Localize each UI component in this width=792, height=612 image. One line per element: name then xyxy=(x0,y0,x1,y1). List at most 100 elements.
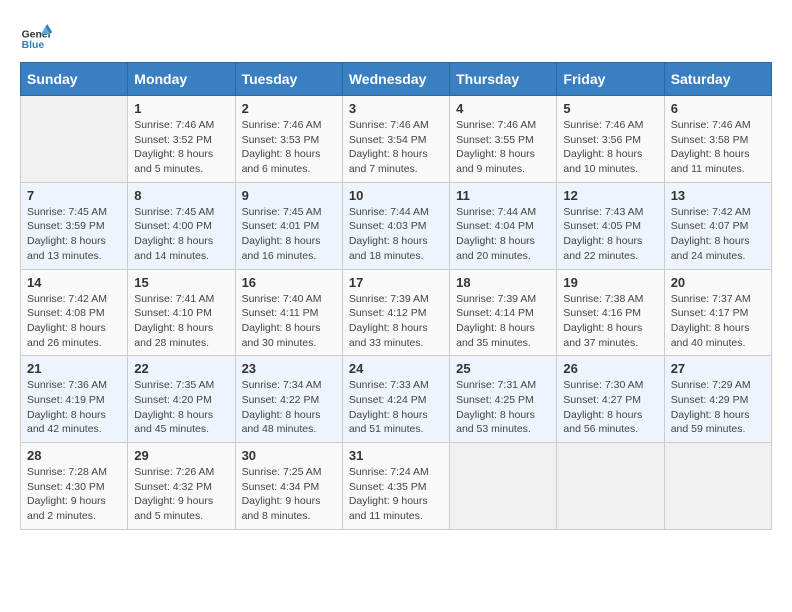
calendar-cell: 19 Sunrise: 7:38 AM Sunset: 4:16 PM Dayli… xyxy=(557,269,664,356)
day-number: 14 xyxy=(27,275,121,290)
calendar-week-row: 1 Sunrise: 7:46 AM Sunset: 3:52 PM Daylig… xyxy=(21,96,772,183)
day-info: Sunrise: 7:46 AM Sunset: 3:54 PM Dayligh… xyxy=(349,118,443,177)
calendar-cell xyxy=(557,443,664,530)
day-info: Sunrise: 7:46 AM Sunset: 3:58 PM Dayligh… xyxy=(671,118,765,177)
day-info: Sunrise: 7:26 AM Sunset: 4:32 PM Dayligh… xyxy=(134,465,228,524)
calendar-week-row: 28 Sunrise: 7:28 AM Sunset: 4:30 PM Dayli… xyxy=(21,443,772,530)
day-number: 12 xyxy=(563,188,657,203)
day-number: 26 xyxy=(563,361,657,376)
day-number: 8 xyxy=(134,188,228,203)
day-info: Sunrise: 7:46 AM Sunset: 3:53 PM Dayligh… xyxy=(242,118,336,177)
calendar-week-row: 7 Sunrise: 7:45 AM Sunset: 3:59 PM Daylig… xyxy=(21,182,772,269)
calendar-cell xyxy=(450,443,557,530)
day-number: 13 xyxy=(671,188,765,203)
day-info: Sunrise: 7:38 AM Sunset: 4:16 PM Dayligh… xyxy=(563,292,657,351)
day-info: Sunrise: 7:43 AM Sunset: 4:05 PM Dayligh… xyxy=(563,205,657,264)
day-info: Sunrise: 7:28 AM Sunset: 4:30 PM Dayligh… xyxy=(27,465,121,524)
day-number: 22 xyxy=(134,361,228,376)
day-info: Sunrise: 7:37 AM Sunset: 4:17 PM Dayligh… xyxy=(671,292,765,351)
day-info: Sunrise: 7:24 AM Sunset: 4:35 PM Dayligh… xyxy=(349,465,443,524)
calendar-cell: 3 Sunrise: 7:46 AM Sunset: 3:54 PM Daylig… xyxy=(342,96,449,183)
day-number: 4 xyxy=(456,101,550,116)
day-number: 2 xyxy=(242,101,336,116)
day-number: 31 xyxy=(349,448,443,463)
day-info: Sunrise: 7:40 AM Sunset: 4:11 PM Dayligh… xyxy=(242,292,336,351)
day-number: 3 xyxy=(349,101,443,116)
day-info: Sunrise: 7:39 AM Sunset: 4:14 PM Dayligh… xyxy=(456,292,550,351)
day-info: Sunrise: 7:46 AM Sunset: 3:52 PM Dayligh… xyxy=(134,118,228,177)
calendar-cell: 22 Sunrise: 7:35 AM Sunset: 4:20 PM Dayli… xyxy=(128,356,235,443)
column-header-thursday: Thursday xyxy=(450,63,557,96)
day-info: Sunrise: 7:31 AM Sunset: 4:25 PM Dayligh… xyxy=(456,378,550,437)
calendar-cell: 26 Sunrise: 7:30 AM Sunset: 4:27 PM Dayli… xyxy=(557,356,664,443)
calendar-header-row: SundayMondayTuesdayWednesdayThursdayFrid… xyxy=(21,63,772,96)
column-header-friday: Friday xyxy=(557,63,664,96)
day-info: Sunrise: 7:45 AM Sunset: 3:59 PM Dayligh… xyxy=(27,205,121,264)
calendar-cell xyxy=(21,96,128,183)
svg-text:Blue: Blue xyxy=(22,40,45,51)
calendar-cell: 1 Sunrise: 7:46 AM Sunset: 3:52 PM Daylig… xyxy=(128,96,235,183)
calendar-cell: 30Sunrise: 7:25 AM Sunset: 4:34 PM Dayli… xyxy=(235,443,342,530)
calendar-cell: 8 Sunrise: 7:45 AM Sunset: 4:00 PM Daylig… xyxy=(128,182,235,269)
day-info: Sunrise: 7:30 AM Sunset: 4:27 PM Dayligh… xyxy=(563,378,657,437)
calendar-cell xyxy=(664,443,771,530)
day-number: 23 xyxy=(242,361,336,376)
day-info: Sunrise: 7:29 AM Sunset: 4:29 PM Dayligh… xyxy=(671,378,765,437)
calendar-cell: 7 Sunrise: 7:45 AM Sunset: 3:59 PM Daylig… xyxy=(21,182,128,269)
day-number: 11 xyxy=(456,188,550,203)
day-info: Sunrise: 7:33 AM Sunset: 4:24 PM Dayligh… xyxy=(349,378,443,437)
day-info: Sunrise: 7:46 AM Sunset: 3:55 PM Dayligh… xyxy=(456,118,550,177)
day-info: Sunrise: 7:34 AM Sunset: 4:22 PM Dayligh… xyxy=(242,378,336,437)
day-info: Sunrise: 7:42 AM Sunset: 4:08 PM Dayligh… xyxy=(27,292,121,351)
calendar-cell: 25 Sunrise: 7:31 AM Sunset: 4:25 PM Dayli… xyxy=(450,356,557,443)
day-number: 24 xyxy=(349,361,443,376)
calendar-cell: 14 Sunrise: 7:42 AM Sunset: 4:08 PM Dayli… xyxy=(21,269,128,356)
calendar-cell: 28 Sunrise: 7:28 AM Sunset: 4:30 PM Dayli… xyxy=(21,443,128,530)
day-info: Sunrise: 7:46 AM Sunset: 3:56 PM Dayligh… xyxy=(563,118,657,177)
calendar-cell: 15 Sunrise: 7:41 AM Sunset: 4:10 PM Dayli… xyxy=(128,269,235,356)
calendar-cell: 17 Sunrise: 7:39 AM Sunset: 4:12 PM Dayli… xyxy=(342,269,449,356)
calendar-cell: 24 Sunrise: 7:33 AM Sunset: 4:24 PM Dayli… xyxy=(342,356,449,443)
page-header: General Blue xyxy=(20,20,772,52)
day-number: 10 xyxy=(349,188,443,203)
day-info: Sunrise: 7:45 AM Sunset: 4:00 PM Dayligh… xyxy=(134,205,228,264)
calendar-week-row: 14 Sunrise: 7:42 AM Sunset: 4:08 PM Dayli… xyxy=(21,269,772,356)
day-number: 25 xyxy=(456,361,550,376)
day-info: Sunrise: 7:36 AM Sunset: 4:19 PM Dayligh… xyxy=(27,378,121,437)
column-header-saturday: Saturday xyxy=(664,63,771,96)
calendar-cell: 10 Sunrise: 7:44 AM Sunset: 4:03 PM Dayli… xyxy=(342,182,449,269)
calendar-cell: 20Sunrise: 7:37 AM Sunset: 4:17 PM Dayli… xyxy=(664,269,771,356)
day-info: Sunrise: 7:35 AM Sunset: 4:20 PM Dayligh… xyxy=(134,378,228,437)
calendar-cell: 4 Sunrise: 7:46 AM Sunset: 3:55 PM Daylig… xyxy=(450,96,557,183)
calendar-cell: 27 Sunrise: 7:29 AM Sunset: 4:29 PM Dayli… xyxy=(664,356,771,443)
day-info: Sunrise: 7:25 AM Sunset: 4:34 PM Dayligh… xyxy=(242,465,336,524)
day-info: Sunrise: 7:41 AM Sunset: 4:10 PM Dayligh… xyxy=(134,292,228,351)
calendar-cell: 23 Sunrise: 7:34 AM Sunset: 4:22 PM Dayli… xyxy=(235,356,342,443)
day-number: 7 xyxy=(27,188,121,203)
day-info: Sunrise: 7:45 AM Sunset: 4:01 PM Dayligh… xyxy=(242,205,336,264)
calendar-table: SundayMondayTuesdayWednesdayThursdayFrid… xyxy=(20,62,772,530)
column-header-monday: Monday xyxy=(128,63,235,96)
day-info: Sunrise: 7:44 AM Sunset: 4:03 PM Dayligh… xyxy=(349,205,443,264)
calendar-week-row: 21Sunrise: 7:36 AM Sunset: 4:19 PM Dayli… xyxy=(21,356,772,443)
calendar-cell: 5 Sunrise: 7:46 AM Sunset: 3:56 PM Daylig… xyxy=(557,96,664,183)
day-info: Sunrise: 7:44 AM Sunset: 4:04 PM Dayligh… xyxy=(456,205,550,264)
day-number: 28 xyxy=(27,448,121,463)
day-number: 17 xyxy=(349,275,443,290)
day-number: 27 xyxy=(671,361,765,376)
day-number: 5 xyxy=(563,101,657,116)
logo-icon: General Blue xyxy=(20,20,52,52)
day-info: Sunrise: 7:42 AM Sunset: 4:07 PM Dayligh… xyxy=(671,205,765,264)
day-info: Sunrise: 7:39 AM Sunset: 4:12 PM Dayligh… xyxy=(349,292,443,351)
calendar-cell: 21Sunrise: 7:36 AM Sunset: 4:19 PM Dayli… xyxy=(21,356,128,443)
calendar-cell: 18 Sunrise: 7:39 AM Sunset: 4:14 PM Dayli… xyxy=(450,269,557,356)
day-number: 19 xyxy=(563,275,657,290)
column-header-tuesday: Tuesday xyxy=(235,63,342,96)
day-number: 18 xyxy=(456,275,550,290)
day-number: 1 xyxy=(134,101,228,116)
column-header-wednesday: Wednesday xyxy=(342,63,449,96)
day-number: 9 xyxy=(242,188,336,203)
logo: General Blue xyxy=(20,20,54,52)
calendar-cell: 16Sunrise: 7:40 AM Sunset: 4:11 PM Dayli… xyxy=(235,269,342,356)
day-number: 15 xyxy=(134,275,228,290)
